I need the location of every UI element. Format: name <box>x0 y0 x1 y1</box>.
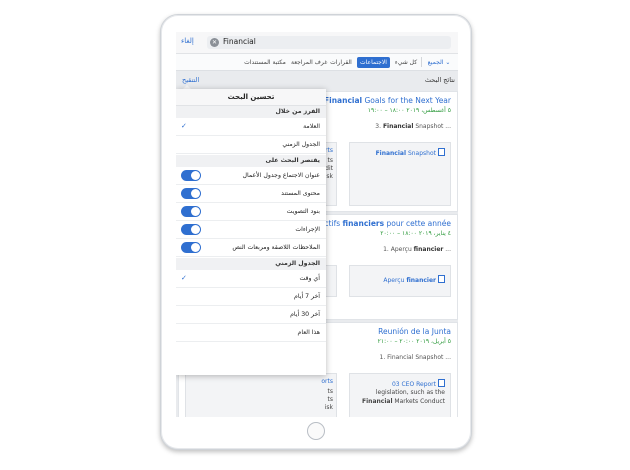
result-date: ٥ أبريل، ٢٠١٩ ٢٠:٠٠ – ٢١:٠٠ <box>377 338 451 345</box>
result-title[interactable]: Financial Goals for the Next Year <box>324 96 451 105</box>
document-thumbnail[interactable]: Financial Snapshot <box>349 142 451 206</box>
toggle-switch[interactable] <box>181 224 201 235</box>
toggle-knob <box>191 207 200 216</box>
document-text: Financial Markets Conduct <box>362 398 445 405</box>
toggle-switch[interactable] <box>181 188 201 199</box>
filter-document-content: محتوى المستند <box>176 185 326 203</box>
toggle-knob <box>191 189 200 198</box>
document-thumbnail[interactable]: 03 CEO Report legislation, such as the F… <box>349 373 451 417</box>
results-title: نتائج البحث <box>424 76 455 84</box>
search-input[interactable]: Financial <box>223 37 256 46</box>
tablet-frame: إلغاء ✕ Financial الجميع ⌄ كل شيء الاجتم… <box>160 14 472 450</box>
option-label: هذا العام <box>297 329 320 336</box>
home-button[interactable] <box>307 422 325 440</box>
result-title[interactable]: Objectifs financiers pour cette année <box>307 219 451 228</box>
time-option-7-days[interactable]: آخر 7 أيام <box>176 288 326 306</box>
toggle-switch[interactable] <box>181 242 201 253</box>
result-title[interactable]: Reunión de la Junta <box>378 327 451 336</box>
cancel-button[interactable]: إلغاء <box>181 37 194 45</box>
option-label: بنود التصويت <box>286 208 320 215</box>
tab-meetings[interactable]: الاجتماعات <box>357 57 390 68</box>
tab-bar: الجميع ⌄ كل شيء الاجتماعات القرارات غرف … <box>176 54 458 71</box>
toggle-knob <box>191 225 200 234</box>
search-field[interactable]: ✕ Financial <box>207 36 451 49</box>
results-header: التنقيح نتائج البحث <box>176 71 458 89</box>
document-text: legislation, such as the <box>375 389 445 396</box>
document-thumbnail[interactable]: Aperçu financier <box>349 265 451 297</box>
option-label: محتوى المستند <box>281 190 320 197</box>
document-text: ts <box>327 396 333 403</box>
refine-button[interactable]: التنقيح <box>182 76 199 84</box>
document-link[interactable]: orts <box>321 378 333 385</box>
tab-everything[interactable]: كل شيء <box>394 57 418 68</box>
option-label: الجدول الزمني <box>282 141 320 148</box>
checkmark-icon: ✓ <box>181 274 187 282</box>
document-icon <box>438 275 445 283</box>
filter-voting-items: بنود التصويت <box>176 203 326 221</box>
option-label: عنوان الاجتماع وجدول الأعمال <box>242 172 320 179</box>
option-label: الملاحظات اللاصقة ومربعات النص <box>232 244 320 251</box>
clear-icon[interactable]: ✕ <box>210 38 219 47</box>
document-icon <box>438 148 445 156</box>
tab-divider <box>421 57 422 67</box>
option-label: آخر 30 أيام <box>290 311 320 318</box>
toggle-knob <box>191 171 200 180</box>
result-agenda-line: 1. Aperçu financier ... <box>383 246 451 253</box>
filter-meeting-title: عنوان الاجتماع وجدول الأعمال <box>176 167 326 185</box>
option-label: آخر 7 أيام <box>294 293 320 300</box>
document-text: isk <box>324 404 333 411</box>
toggle-knob <box>191 243 200 252</box>
document-link[interactable]: 03 CEO Report <box>392 379 445 388</box>
filter-section-header: يقتصر البحث على <box>176 155 326 167</box>
toggle-switch[interactable] <box>181 206 201 217</box>
tab-resolutions[interactable]: القرارات <box>329 57 353 68</box>
time-option-this-year[interactable]: هذا العام <box>176 324 326 342</box>
result-agenda-line: 3. Financial Snapshot ... <box>375 123 451 130</box>
time-option-any[interactable]: ✓ أي وقت <box>176 270 326 288</box>
time-option-30-days[interactable]: آخر 30 أيام <box>176 306 326 324</box>
checkmark-icon: ✓ <box>181 122 187 130</box>
popover-header: تحسين البحث <box>176 89 326 106</box>
time-section-header: الجدول الزمني <box>176 258 326 270</box>
filter-actions: الإجراءات <box>176 221 326 239</box>
sort-option-relevance[interactable]: ✓ العلامة <box>176 118 326 136</box>
result-agenda-line: 1. Financial Snapshot ... <box>379 354 452 361</box>
document-text: ts <box>327 388 333 395</box>
filter-sticky-notes: الملاحظات اللاصقة ومربعات النص <box>176 239 326 257</box>
tab-review-rooms[interactable]: غرف المراجعة <box>291 57 327 68</box>
document-icon <box>438 379 445 387</box>
refine-search-popover: تحسين البحث الفرز من خلال ✓ العلامة الجد… <box>176 89 326 375</box>
document-thumbnail[interactable]: orts ts ts isk <box>185 373 337 417</box>
option-label: العلامة <box>303 123 320 130</box>
sort-option-timeline[interactable]: الجدول الزمني <box>176 136 326 154</box>
document-link[interactable]: Financial Snapshot <box>376 148 445 157</box>
option-label: الإجراءات <box>295 226 320 233</box>
toggle-switch[interactable] <box>181 170 201 181</box>
document-text: dit <box>325 165 333 172</box>
popover-title: تحسين البحث <box>227 93 275 101</box>
option-label: أي وقت <box>299 275 320 282</box>
sort-section-header: الفرز من خلال <box>176 106 326 118</box>
document-text: ts <box>327 157 333 164</box>
tab-all-dropdown[interactable]: الجميع ⌄ <box>424 57 454 68</box>
document-link[interactable]: Aperçu financier <box>383 275 445 284</box>
result-date: ٤ يناير، ٢٠١٩ ١٨:٠٠ – ٢٠:٠٠ <box>380 230 451 237</box>
tab-document-library[interactable]: مكتبة المستندات <box>243 57 287 68</box>
screen: إلغاء ✕ Financial الجميع ⌄ كل شيء الاجتم… <box>176 32 458 417</box>
result-date: ٥ أغسطس، ٢٠١٩ ١٨:٠٠ – ١٩:٠٠ <box>367 107 451 114</box>
top-bar: إلغاء ✕ Financial <box>176 32 458 54</box>
